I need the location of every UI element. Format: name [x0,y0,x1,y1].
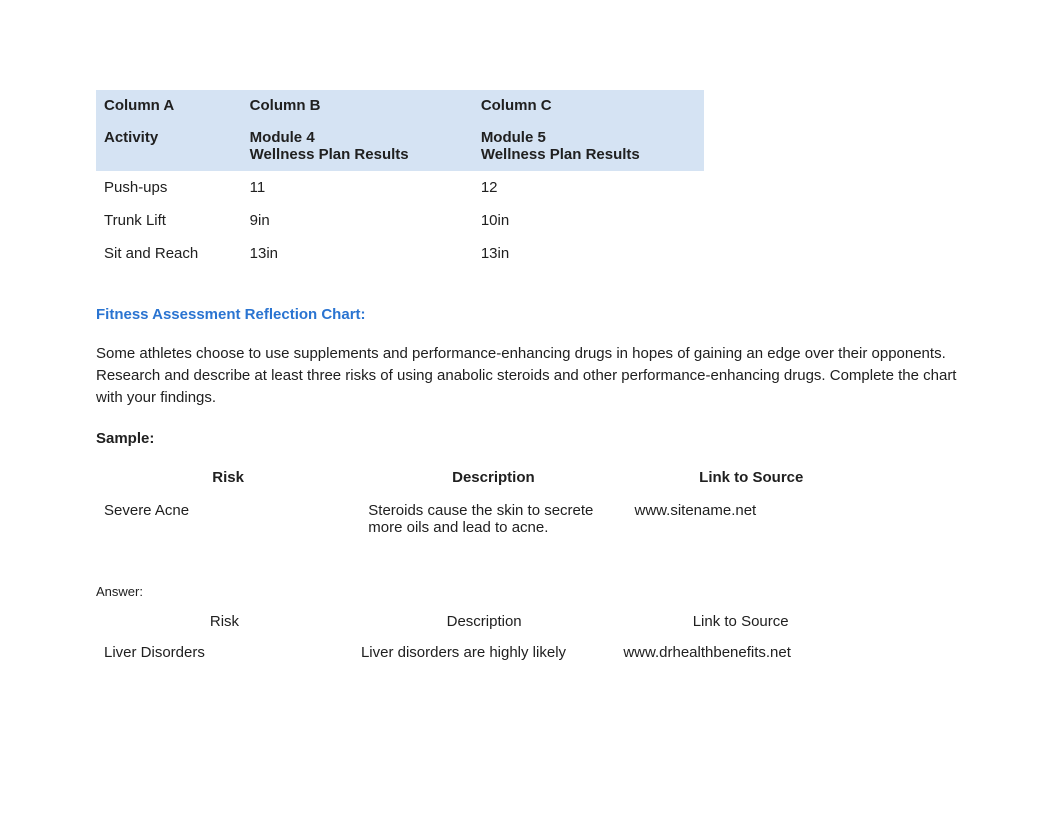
description-header: Description [353,607,615,636]
activity-cell: Trunk Lift [96,204,242,237]
mod5-line2: Wellness Plan Results [481,146,696,163]
link-header: Link to Source [615,607,866,636]
sample-header-row: Risk Description Link to Source [96,461,876,494]
risk-header: Risk [96,607,353,636]
mod5-cell: 12 [473,171,704,204]
answer-table: Risk Description Link to Source Liver Di… [96,607,866,669]
table-row: Liver Disorders Liver disorders are high… [96,636,866,669]
mod5-line1: Module 5 [481,129,696,146]
mod4-cell: 13in [242,237,473,270]
col-a-header: Column A [96,90,242,121]
activity-cell: Push-ups [96,171,242,204]
mod5-cell: 10in [473,204,704,237]
table-row: Push-ups 11 12 [96,171,704,204]
module4-header: Module 4 Wellness Plan Results [242,121,473,171]
link-cell: www.drhealthbenefits.net [615,636,866,669]
mod5-cell: 13in [473,237,704,270]
risk-cell: Severe Acne [96,494,360,544]
reflection-title: Fitness Assessment Reflection Chart: [96,306,966,323]
mod4-cell: 9in [242,204,473,237]
answer-label: Answer: [96,584,966,599]
table-row: Severe Acne Steroids cause the skin to s… [96,494,876,544]
description-header: Description [360,461,626,494]
description-cell: Liver disorders are highly likely [353,636,615,669]
mod4-line2: Wellness Plan Results [250,146,465,163]
module5-header: Module 5 Wellness Plan Results [473,121,704,171]
wellness-table: Column A Column B Column C Activity Modu… [96,90,704,270]
table-row: Trunk Lift 9in 10in [96,204,704,237]
mod4-cell: 11 [242,171,473,204]
sample-label: Sample: [96,430,966,447]
activity-cell: Sit and Reach [96,237,242,270]
link-header: Link to Source [627,461,877,494]
link-cell: www.sitename.net [627,494,877,544]
risk-header: Risk [96,461,360,494]
risk-cell: Liver Disorders [96,636,353,669]
mod4-line1: Module 4 [250,129,465,146]
answer-header-row: Risk Description Link to Source [96,607,866,636]
col-c-header: Column C [473,90,704,121]
col-b-header: Column B [242,90,473,121]
table-header-row-1: Column A Column B Column C [96,90,704,121]
activity-header: Activity [96,121,242,171]
description-cell: Steroids cause the skin to secrete more … [360,494,626,544]
instructions-paragraph: Some athletes choose to use supplements … [96,343,966,408]
table-row: Sit and Reach 13in 13in [96,237,704,270]
sample-table: Risk Description Link to Source Severe A… [96,461,876,544]
table-header-row-2: Activity Module 4 Wellness Plan Results … [96,121,704,171]
